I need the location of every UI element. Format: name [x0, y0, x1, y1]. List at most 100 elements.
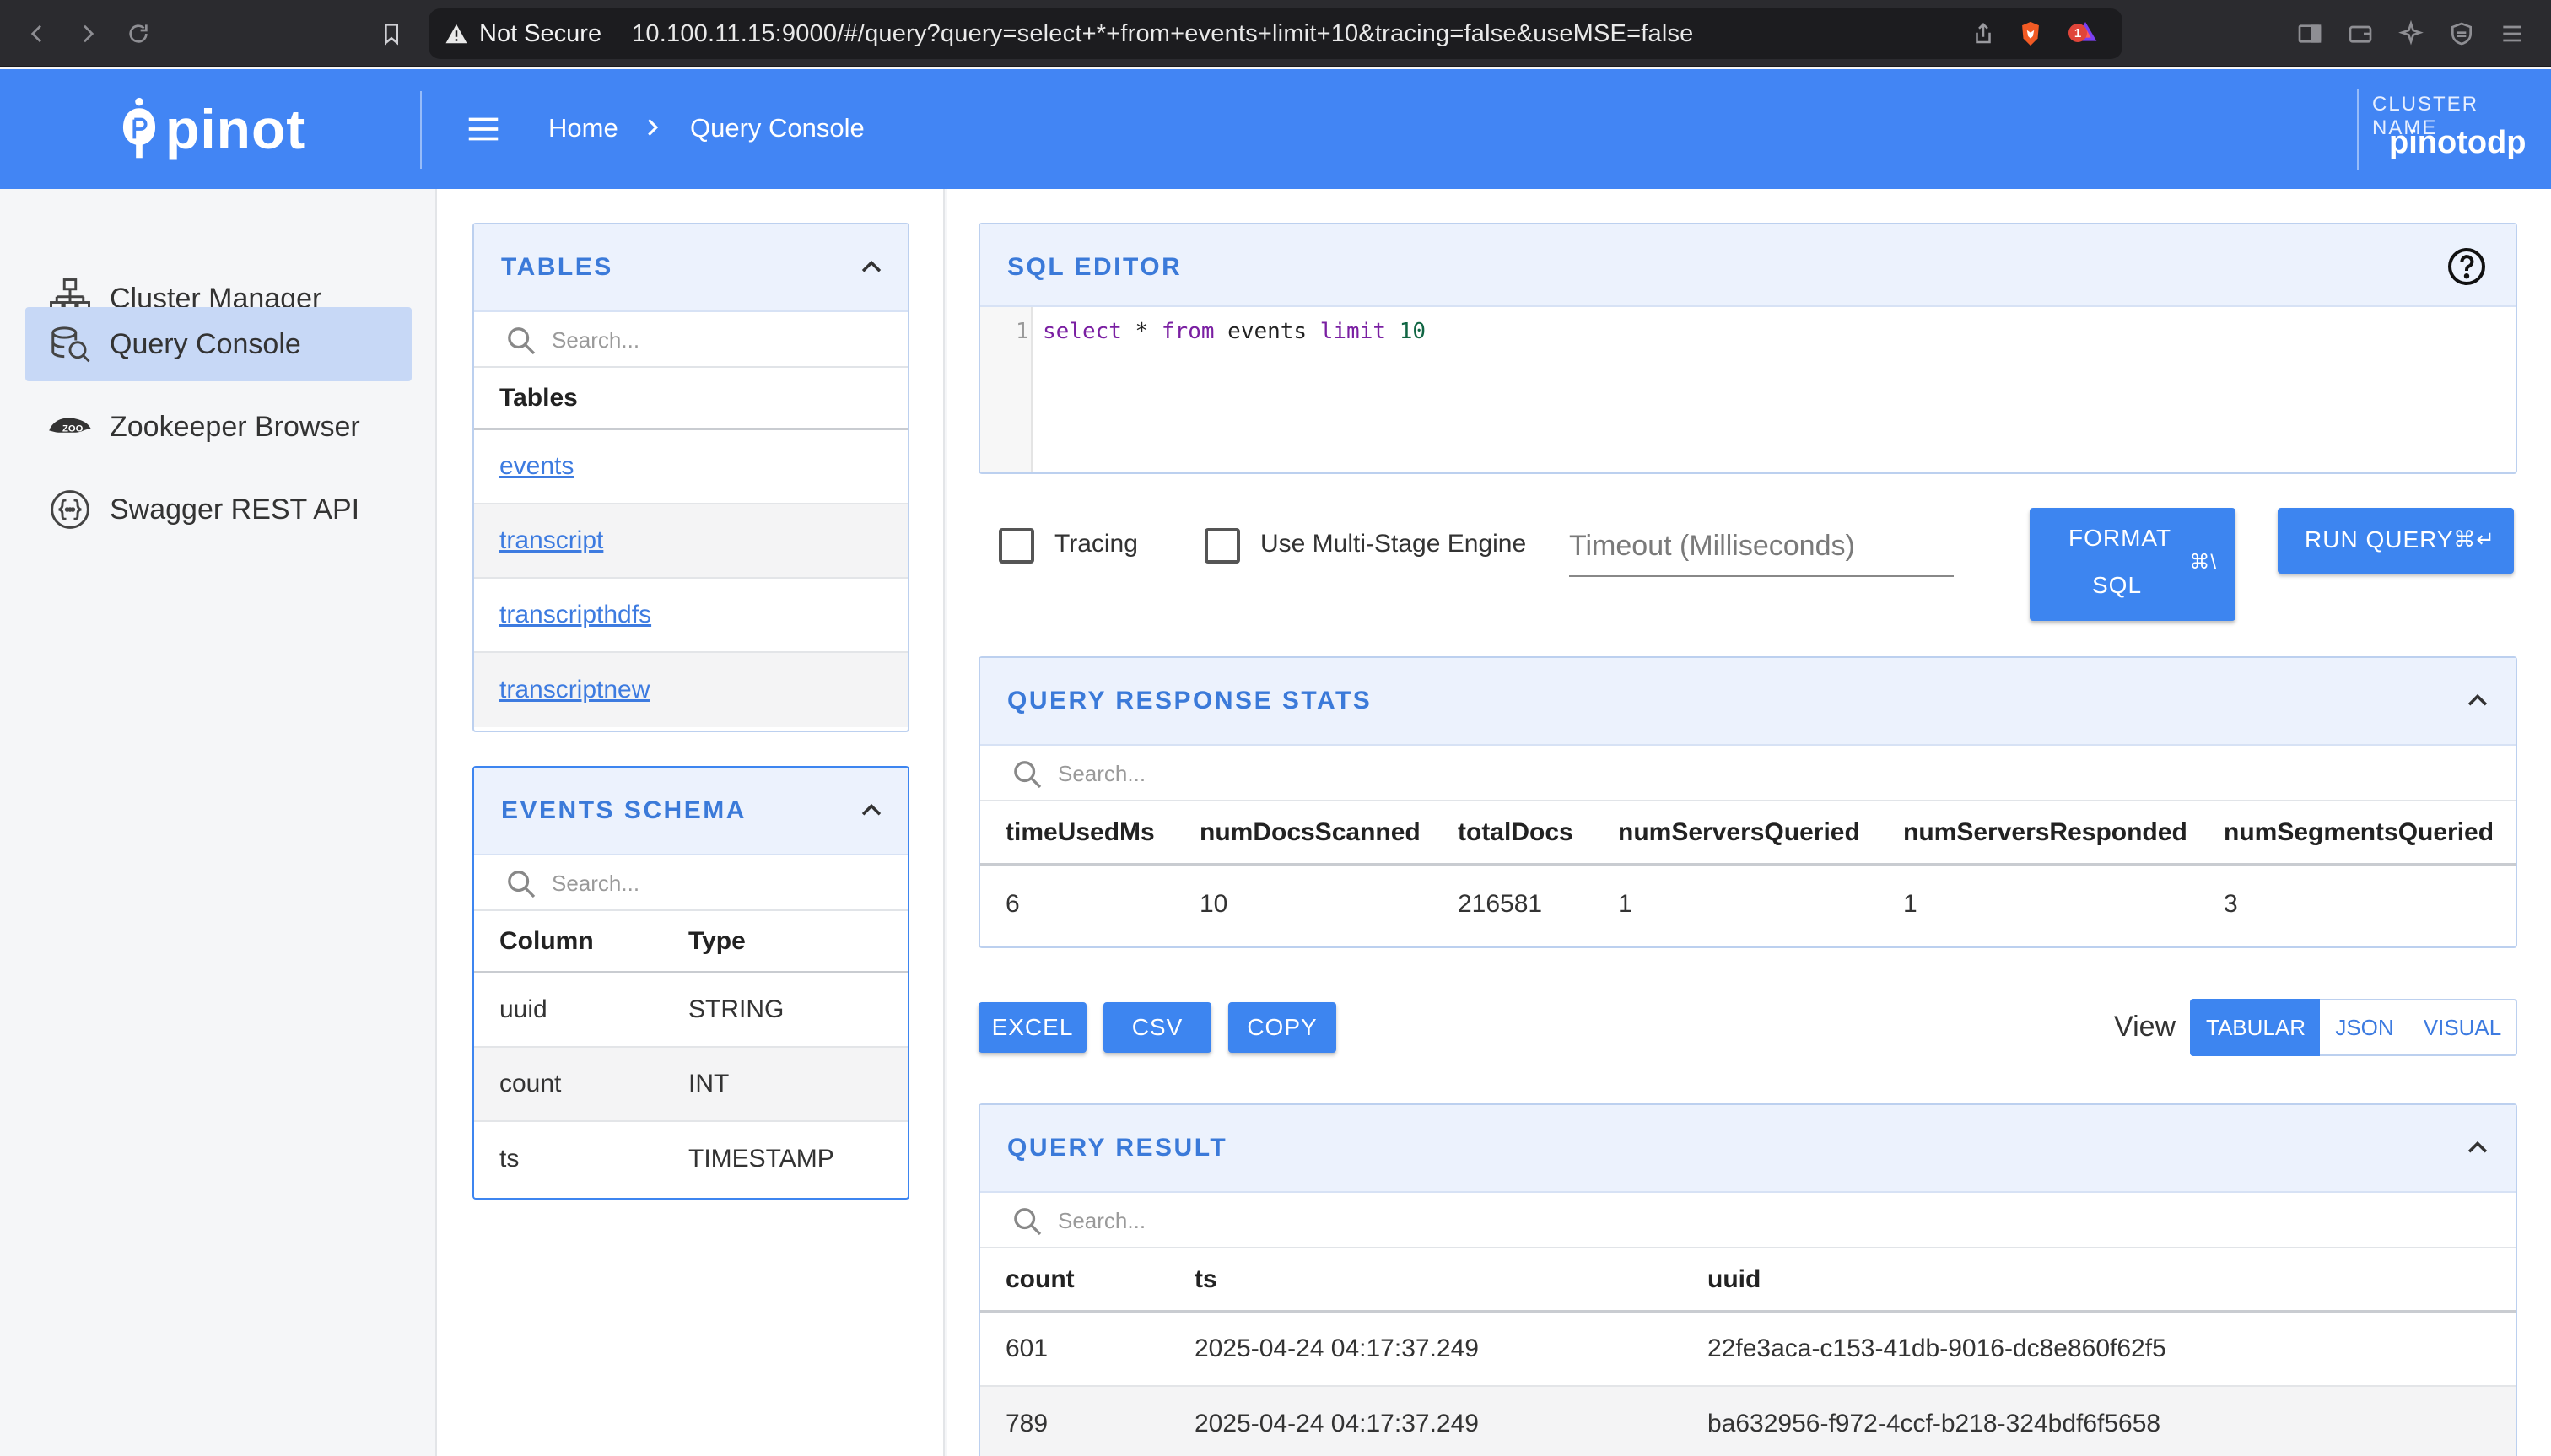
format-shortcut: ⌘\ [2189, 551, 2217, 574]
schema-search[interactable]: Search... [474, 855, 908, 911]
schema-column-name: count [499, 1070, 562, 1097]
search-placeholder: Search... [1058, 1208, 1146, 1233]
bookmark-icon[interactable] [375, 17, 408, 51]
schema-panel-header[interactable]: EVENTS SCHEMA [474, 768, 908, 855]
search-icon [508, 871, 536, 898]
cluster-name-value: pinotodp [2389, 125, 2527, 160]
sql-keyword: limit [1319, 319, 1387, 344]
excel-button[interactable]: EXCEL [979, 1002, 1087, 1053]
view-option-label: JSON [2335, 1014, 2394, 1040]
stats-header: numDocsScanned [1200, 817, 1421, 846]
sidebar-item-label: Zookeeper Browser [110, 410, 360, 443]
run-query-label: RUN QUERY [2305, 526, 2454, 553]
sidebar-item-swagger-rest-api[interactable]: Swagger REST API [25, 472, 412, 547]
address-bar[interactable]: Not Secure 10.100.11.15:9000/#/query?que… [429, 8, 2122, 59]
stats-value: 10 [1200, 890, 1228, 918]
schema-column-name: ts [499, 1145, 520, 1173]
search-icon [1014, 761, 1042, 789]
security-label: Not Secure [479, 19, 602, 47]
format-button-label-2: SQL [2092, 572, 2143, 598]
browser-menu-icon[interactable] [2495, 17, 2529, 51]
stats-panel: QUERY RESPONSE STATS Search... timeUsedM… [979, 656, 2517, 948]
format-button-label: FORMAT [2068, 525, 2172, 551]
view-tabular-tab[interactable]: TABULAR [2190, 999, 2322, 1056]
schema-header-type: Type [688, 926, 746, 955]
rewards-icon[interactable]: 1 [2068, 19, 2104, 49]
tables-search[interactable]: Search... [474, 312, 908, 368]
breadcrumb-current: Query Console [690, 113, 865, 143]
url-text: 10.100.11.15:9000/#/query?query=select+*… [632, 19, 1694, 47]
csv-button[interactable]: CSV [1103, 1002, 1211, 1053]
stats-header: totalDocs [1458, 817, 1573, 846]
schema-column-type: STRING [688, 995, 785, 1023]
forward-icon[interactable] [71, 17, 105, 51]
chevron-up-icon[interactable] [2463, 687, 2492, 715]
hamburger-menu-icon[interactable] [464, 110, 503, 148]
sidebar-toggle-icon[interactable] [2293, 17, 2327, 51]
table-row: events [474, 430, 908, 504]
sql-code-input[interactable]: select * from events limit 10 [1043, 319, 1426, 344]
table-row: uuid STRING [474, 973, 908, 1048]
result-cell: 789 [1006, 1410, 1049, 1437]
view-option-label: TABULAR [2206, 1014, 2306, 1040]
result-cell: 601 [1006, 1335, 1049, 1362]
sql-editor-header: SQL EDITOR [980, 224, 2516, 307]
help-icon[interactable] [2446, 246, 2487, 287]
schema-panel-title: EVENTS SCHEMA [501, 796, 747, 824]
brave-shield-icon[interactable] [2016, 19, 2045, 49]
view-visual-tab[interactable]: VISUAL [2409, 999, 2517, 1056]
share-icon[interactable] [1971, 20, 1996, 47]
schema-column-type: INT [688, 1070, 730, 1097]
wallet-icon[interactable] [2343, 17, 2377, 51]
tracing-label: Tracing [1054, 530, 1138, 558]
stats-panel-title: QUERY RESPONSE STATS [1007, 687, 1373, 715]
result-search[interactable]: Search... [980, 1193, 2516, 1248]
pinot-logo[interactable]: pinot [120, 93, 305, 165]
view-json-tab[interactable]: JSON [2320, 999, 2411, 1056]
result-header: uuid [1707, 1265, 1761, 1293]
svg-text:ZOO: ZOO [62, 424, 84, 434]
tracing-checkbox[interactable] [999, 528, 1034, 564]
table-row: transcriptnew [474, 653, 908, 727]
stats-panel-header[interactable]: QUERY RESPONSE STATS [980, 658, 2516, 746]
table-link-transcripthdfs[interactable]: transcripthdfs [499, 601, 651, 629]
csv-button-label: CSV [1131, 1014, 1184, 1040]
excel-button-label: EXCEL [991, 1014, 1074, 1040]
chevron-up-icon[interactable] [857, 253, 886, 282]
format-sql-button[interactable]: FORMAT SQL ⌘\ [2030, 508, 2235, 621]
result-panel-title: QUERY RESULT [1007, 1134, 1228, 1162]
tables-panel: TABLES Search... Tables events transcrip… [472, 223, 909, 732]
breadcrumb-home[interactable]: Home [548, 113, 618, 143]
result-panel-header[interactable]: QUERY RESULT [980, 1105, 2516, 1193]
logo-text: pinot [165, 98, 306, 160]
query-result-panel: QUERY RESULT Search... count ts uuid 601… [979, 1103, 2517, 1456]
table-row: count INT [474, 1048, 908, 1122]
table-link-transcriptnew[interactable]: transcriptnew [499, 676, 650, 704]
vpn-icon[interactable] [2445, 17, 2478, 51]
sidebar-item-zookeeper-browser[interactable]: ZOO Zookeeper Browser [25, 390, 412, 464]
multistage-checkbox[interactable] [1205, 528, 1240, 564]
copy-button[interactable]: COPY [1228, 1002, 1336, 1053]
run-query-button[interactable]: RUN QUERY ⌘↵ [2278, 508, 2514, 574]
timeout-input[interactable]: Timeout (Milliseconds) [1569, 523, 1954, 577]
chevron-right-icon [648, 119, 659, 136]
timeout-placeholder: Timeout (Milliseconds) [1569, 530, 1855, 562]
reload-icon[interactable] [121, 17, 155, 51]
ai-sparkle-icon[interactable] [2394, 17, 2428, 51]
search-placeholder: Search... [552, 327, 640, 353]
sidebar-item-label: Query Console [110, 327, 301, 360]
tables-panel-header[interactable]: TABLES [474, 224, 908, 312]
multistage-label: Use Multi-Stage Engine [1260, 530, 1527, 558]
table-link-transcript[interactable]: transcript [499, 526, 603, 555]
chevron-up-icon[interactable] [2463, 1134, 2492, 1162]
zookeeper-icon: ZOO [49, 418, 91, 434]
browser-toolbar: Not Secure 10.100.11.15:9000/#/query?que… [0, 0, 2551, 67]
stats-search[interactable]: Search... [980, 746, 2516, 801]
back-icon[interactable] [20, 17, 54, 51]
chevron-up-icon[interactable] [857, 796, 886, 825]
sidebar-item-label: Swagger REST API [110, 493, 360, 526]
sidebar-item-query-console[interactable]: Query Console [25, 307, 412, 381]
app-header: pinot Home Query Console CLUSTER NAME pi… [0, 69, 2551, 189]
table-link-events[interactable]: events [499, 452, 574, 481]
